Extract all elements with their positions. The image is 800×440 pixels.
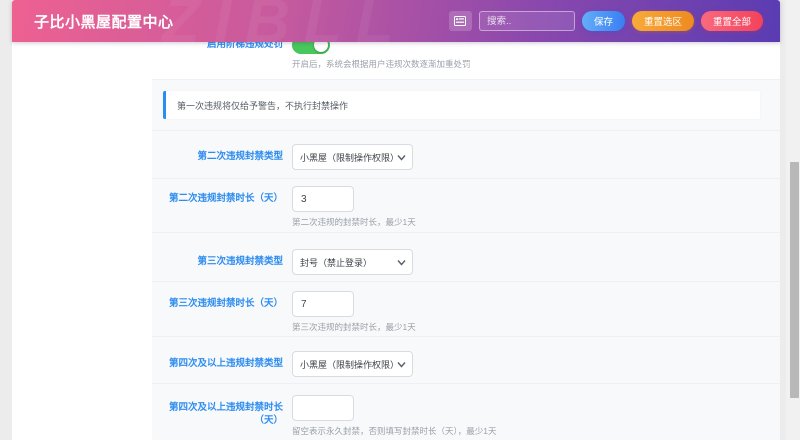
setting-label: 第四次及以上违规封禁类型 bbox=[168, 358, 283, 369]
setting-hint: 第三次违规的封禁时长，最少1天 bbox=[292, 322, 416, 332]
app-header: ZIBLL 子比小黑屋配置中心 保存 重置选区 重置全部 bbox=[12, 0, 780, 42]
setting-row-second-ban-days: 第二次违规封禁时长（天） 第二次违规的封禁时长，最少1天 bbox=[152, 178, 780, 232]
fourth-ban-type-select[interactable]: 小黑屋（限制操作权限） bbox=[292, 351, 413, 377]
setting-hint: 开启后，系统会根据用户违规次数逐渐加重处罚 bbox=[292, 59, 471, 69]
setting-hint: 留空表示永久封禁，否则填写封禁时长（天），最少1天 bbox=[292, 426, 497, 436]
chevron-down-icon bbox=[397, 260, 406, 266]
select-value: 小黑屋（限制操作权限） bbox=[300, 152, 400, 163]
setting-label: 第二次违规封禁时长（天） bbox=[168, 193, 283, 204]
scrollbar-track[interactable] bbox=[786, 0, 800, 440]
brand-watermark: ZIBLL bbox=[162, 0, 408, 42]
setting-hint: 第二次违规的封禁时长，最少1天 bbox=[292, 217, 416, 227]
second-ban-type-select[interactable]: 小黑屋（限制操作权限） bbox=[292, 144, 413, 170]
search-input[interactable] bbox=[478, 11, 575, 31]
chevron-down-icon bbox=[397, 155, 406, 161]
scrollbar-thumb[interactable] bbox=[790, 162, 799, 398]
select-value: 小黑屋（限制操作权限） bbox=[300, 359, 400, 370]
page-title: 子比小黑屋配置中心 bbox=[34, 13, 174, 31]
left-sidebar bbox=[12, 0, 152, 440]
third-ban-days-input[interactable] bbox=[292, 291, 354, 317]
setting-row-second-ban-type: 第二次违规封禁类型 小黑屋（限制操作权限） bbox=[152, 130, 780, 178]
setting-row-third-ban-type: 第三次违规封禁类型 封号（禁止登录） bbox=[152, 232, 780, 281]
save-button[interactable]: 保存 bbox=[581, 11, 625, 31]
setting-label: 第三次违规封禁类型 bbox=[197, 256, 283, 267]
setting-label: 第三次违规封禁时长（天） bbox=[168, 298, 283, 309]
setting-label: 启用阶梯违规处罚 bbox=[206, 39, 283, 50]
fourth-ban-days-input[interactable] bbox=[292, 395, 354, 421]
setting-row-fourth-ban-type: 第四次及以上违规封禁类型 小黑屋（限制操作权限） bbox=[152, 336, 780, 383]
second-ban-days-input[interactable] bbox=[292, 186, 354, 212]
setting-row-fourth-ban-days: 第四次及以上违规封禁时长（天） 留空表示永久封禁，否则填写封禁时长（天），最少1… bbox=[152, 383, 780, 440]
settings-form: 启用阶梯违规处罚 开启后，系统会根据用户违规次数逐渐加重处罚 第一次违规将仅给予… bbox=[152, 28, 780, 440]
menu-list-icon[interactable] bbox=[448, 11, 472, 31]
reset-all-button[interactable]: 重置全部 bbox=[700, 11, 763, 31]
third-ban-type-select[interactable]: 封号（禁止登录） bbox=[292, 249, 413, 275]
setting-label: 第四次及以上违规封禁时长（天） bbox=[168, 402, 283, 426]
setting-row-first-violation-notice: 第一次违规将仅给予警告，不执行封禁操作 bbox=[152, 79, 780, 130]
setting-label: 第二次违规封禁类型 bbox=[197, 151, 283, 162]
setting-row-third-ban-days: 第三次违规封禁时长（天） 第三次违规的封禁时长，最少1天 bbox=[152, 281, 780, 336]
chevron-down-icon bbox=[397, 362, 406, 368]
reset-selection-button[interactable]: 重置选区 bbox=[631, 11, 694, 31]
select-value: 封号（禁止登录） bbox=[300, 257, 373, 268]
info-notice: 第一次违规将仅给予警告，不执行封禁操作 bbox=[163, 91, 760, 119]
